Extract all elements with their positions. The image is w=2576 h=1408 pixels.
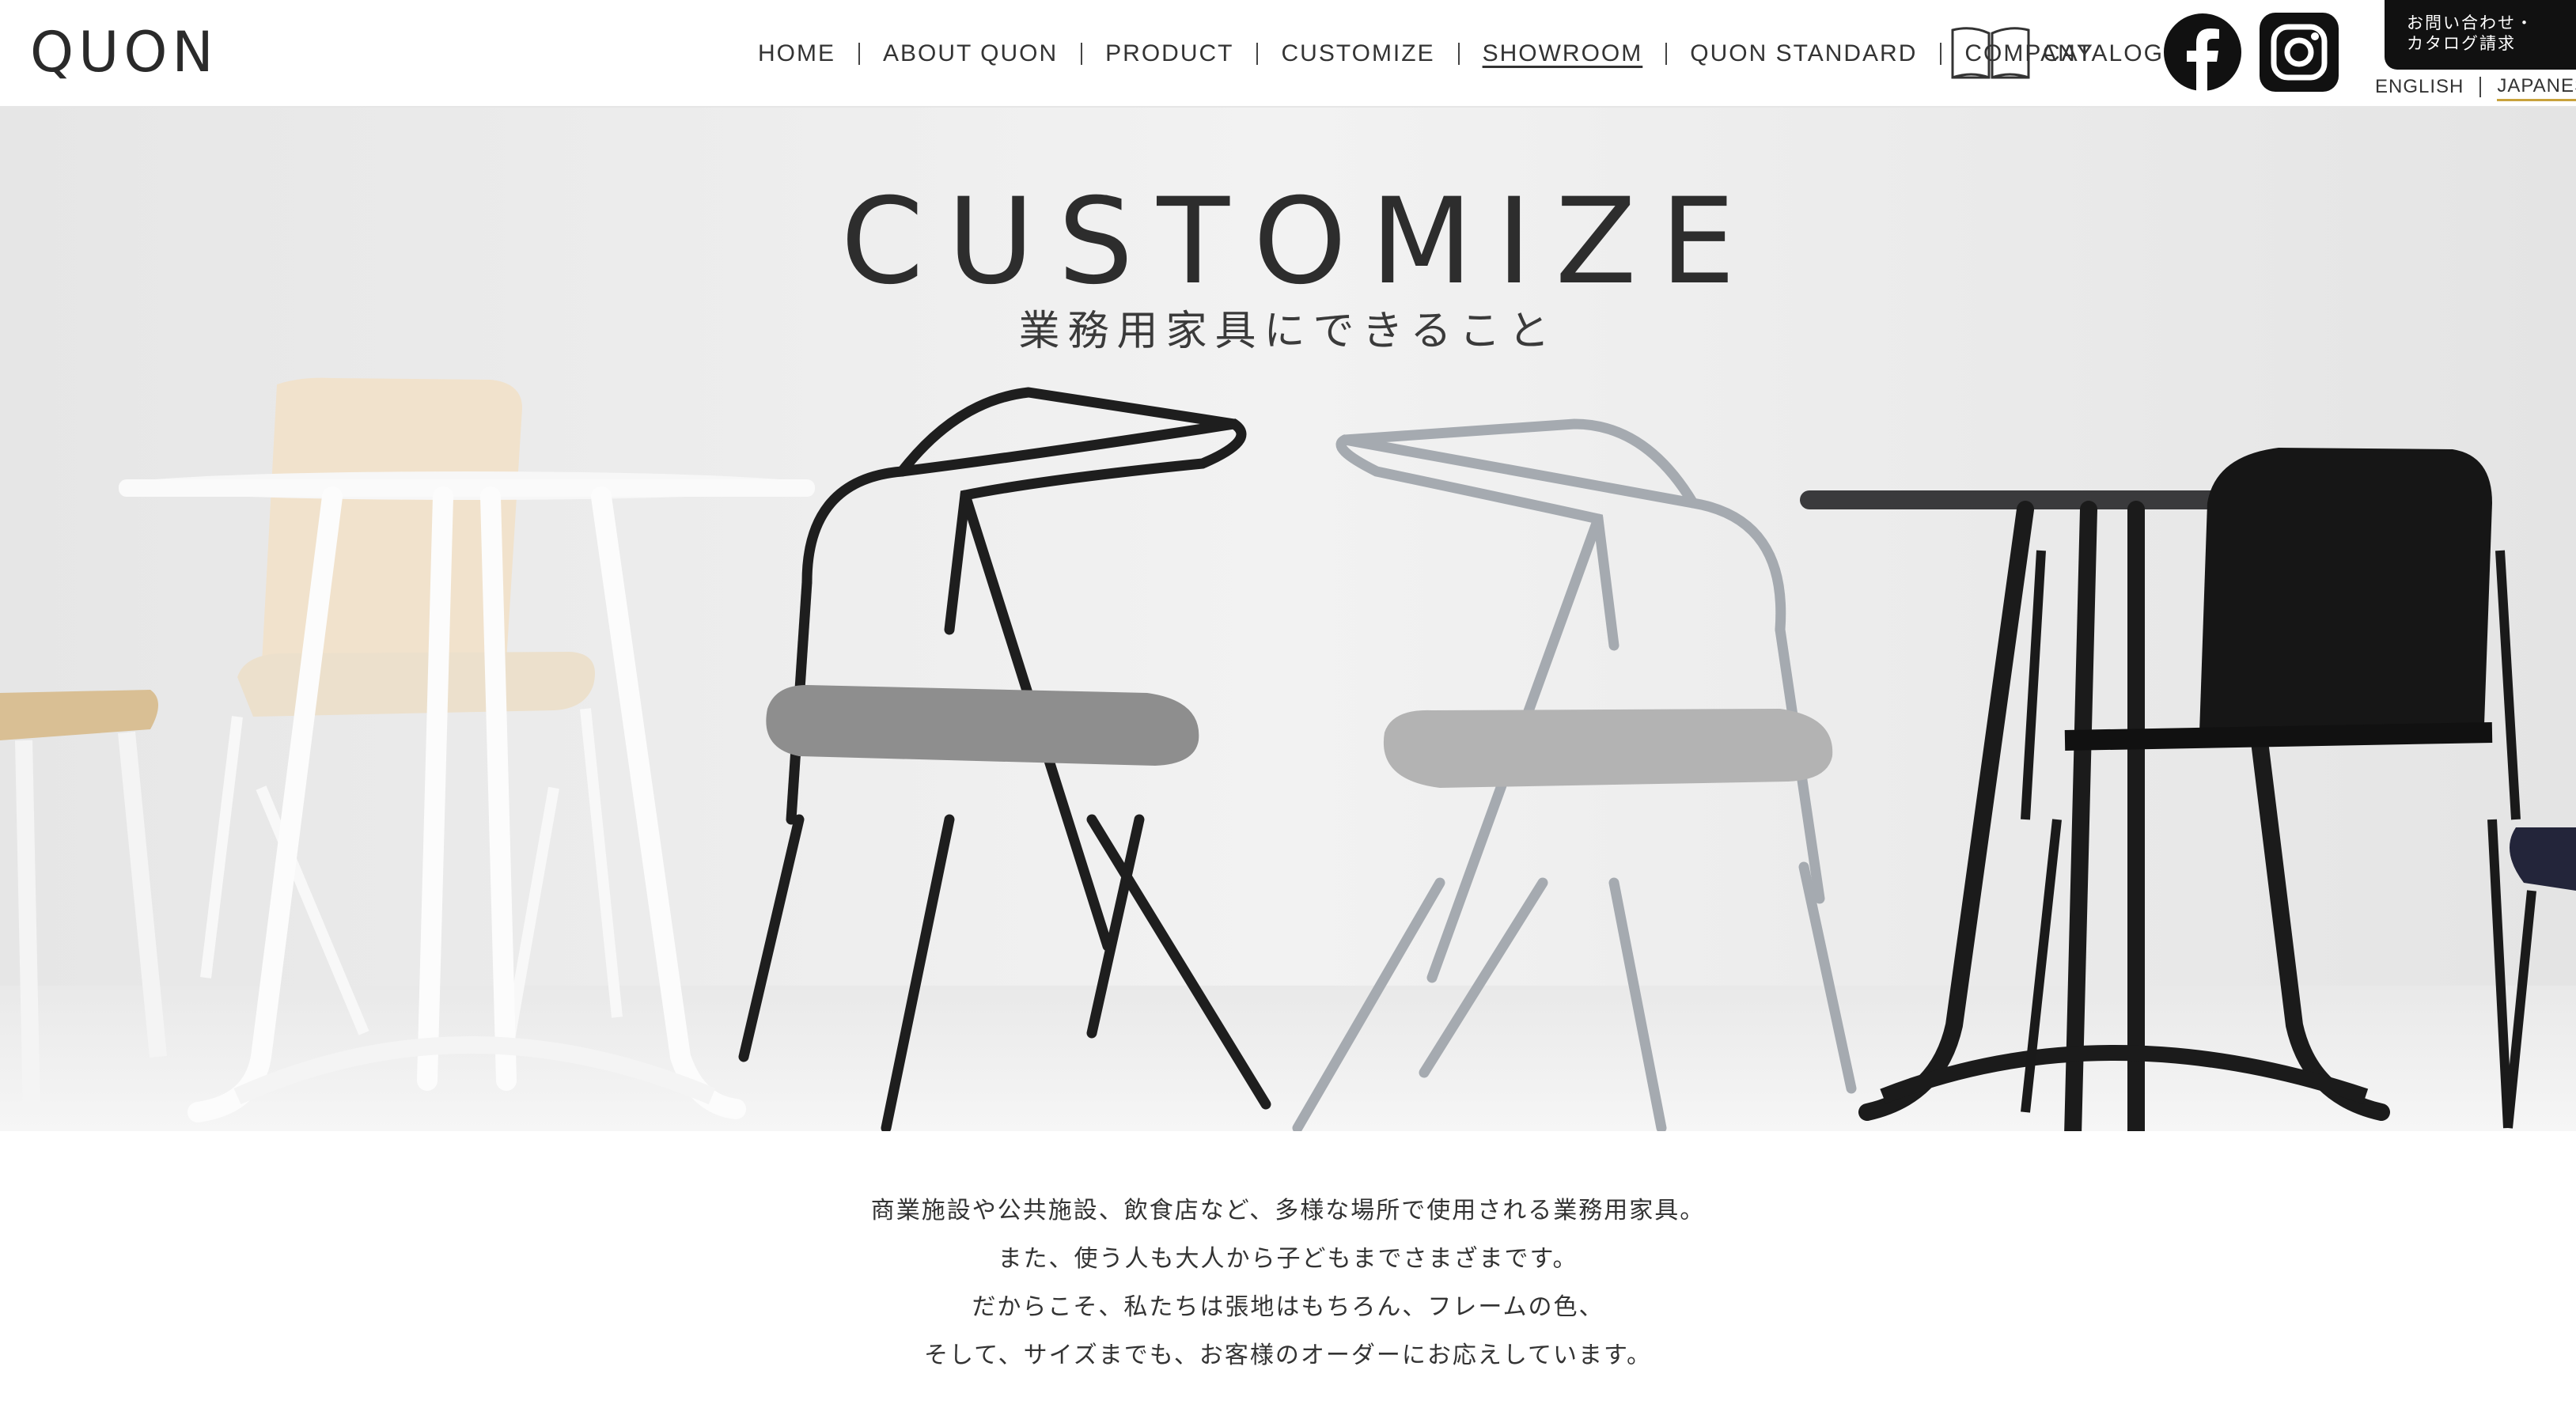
intro-line: 商業施設や公共施設、飲食店など、多様な場所で使用される業務用家具。 [870, 1197, 1706, 1224]
book-icon [1949, 22, 2032, 85]
gray-chair-seat [1383, 709, 1833, 788]
intro-line: だからこそ、私たちは張地はもちろん、フレームの色、 [972, 1293, 1604, 1321]
nav-home[interactable]: HOME [758, 36, 835, 71]
nav-showroom[interactable]: SHOWROOM [1483, 36, 1643, 71]
nav-divider [1081, 43, 1083, 65]
contact-label-line-1: お問い合わせ・ [2407, 13, 2534, 32]
lang-divider [2479, 77, 2482, 97]
nav-about-quon[interactable]: ABOUT QUON [883, 36, 1058, 71]
nav-divider [1457, 43, 1460, 65]
intro-line: そして、サイズまでも、お客様のオーダーにお応えしています。 [924, 1342, 1652, 1369]
nav-divider [858, 43, 860, 65]
catalog-link[interactable]: CATALOG [1949, 22, 2164, 85]
nav-divider [1940, 43, 1942, 65]
language-switcher: ENGLISH JAPANESE [2375, 73, 2576, 101]
hero-subtitle: 業務用家具にできること [1018, 308, 1558, 355]
black-chair-gray-seat [766, 685, 1199, 766]
main-nav: HOME ABOUT QUON PRODUCT CUSTOMIZE SHOWRO… [758, 36, 2094, 71]
intro-line: また、使う人も大人から子どもまでさまざまです。 [998, 1245, 1578, 1273]
nav-divider [1256, 43, 1259, 65]
site-header: QUON HOME ABOUT QUON PRODUCT CUSTOMIZE S… [0, 0, 2576, 108]
hero-banner: CUSTOMIZE 業務用家具にできること [0, 108, 2576, 1131]
nav-product[interactable]: PRODUCT [1105, 36, 1233, 71]
lang-japanese[interactable]: JAPANESE [2497, 74, 2576, 101]
nav-divider [1665, 43, 1668, 65]
catalog-label: CATALOG [2043, 40, 2164, 66]
hero-title: CUSTOMIZE [840, 173, 1760, 311]
nav-quon-standard[interactable]: QUON STANDARD [1690, 36, 1917, 71]
contact-catalog-request-button[interactable]: お問い合わせ・ カタログ請求 [2385, 0, 2576, 70]
contact-label-line-2: カタログ請求 [2407, 34, 2516, 53]
site-logo[interactable]: QUON [30, 21, 218, 84]
intro-text: 商業施設や公共施設、飲食店など、多様な場所で使用される業務用家具。 また、使う人… [0, 1187, 2576, 1380]
nav-customize[interactable]: CUSTOMIZE [1281, 36, 1434, 71]
lang-english[interactable]: ENGLISH [2375, 73, 2464, 101]
